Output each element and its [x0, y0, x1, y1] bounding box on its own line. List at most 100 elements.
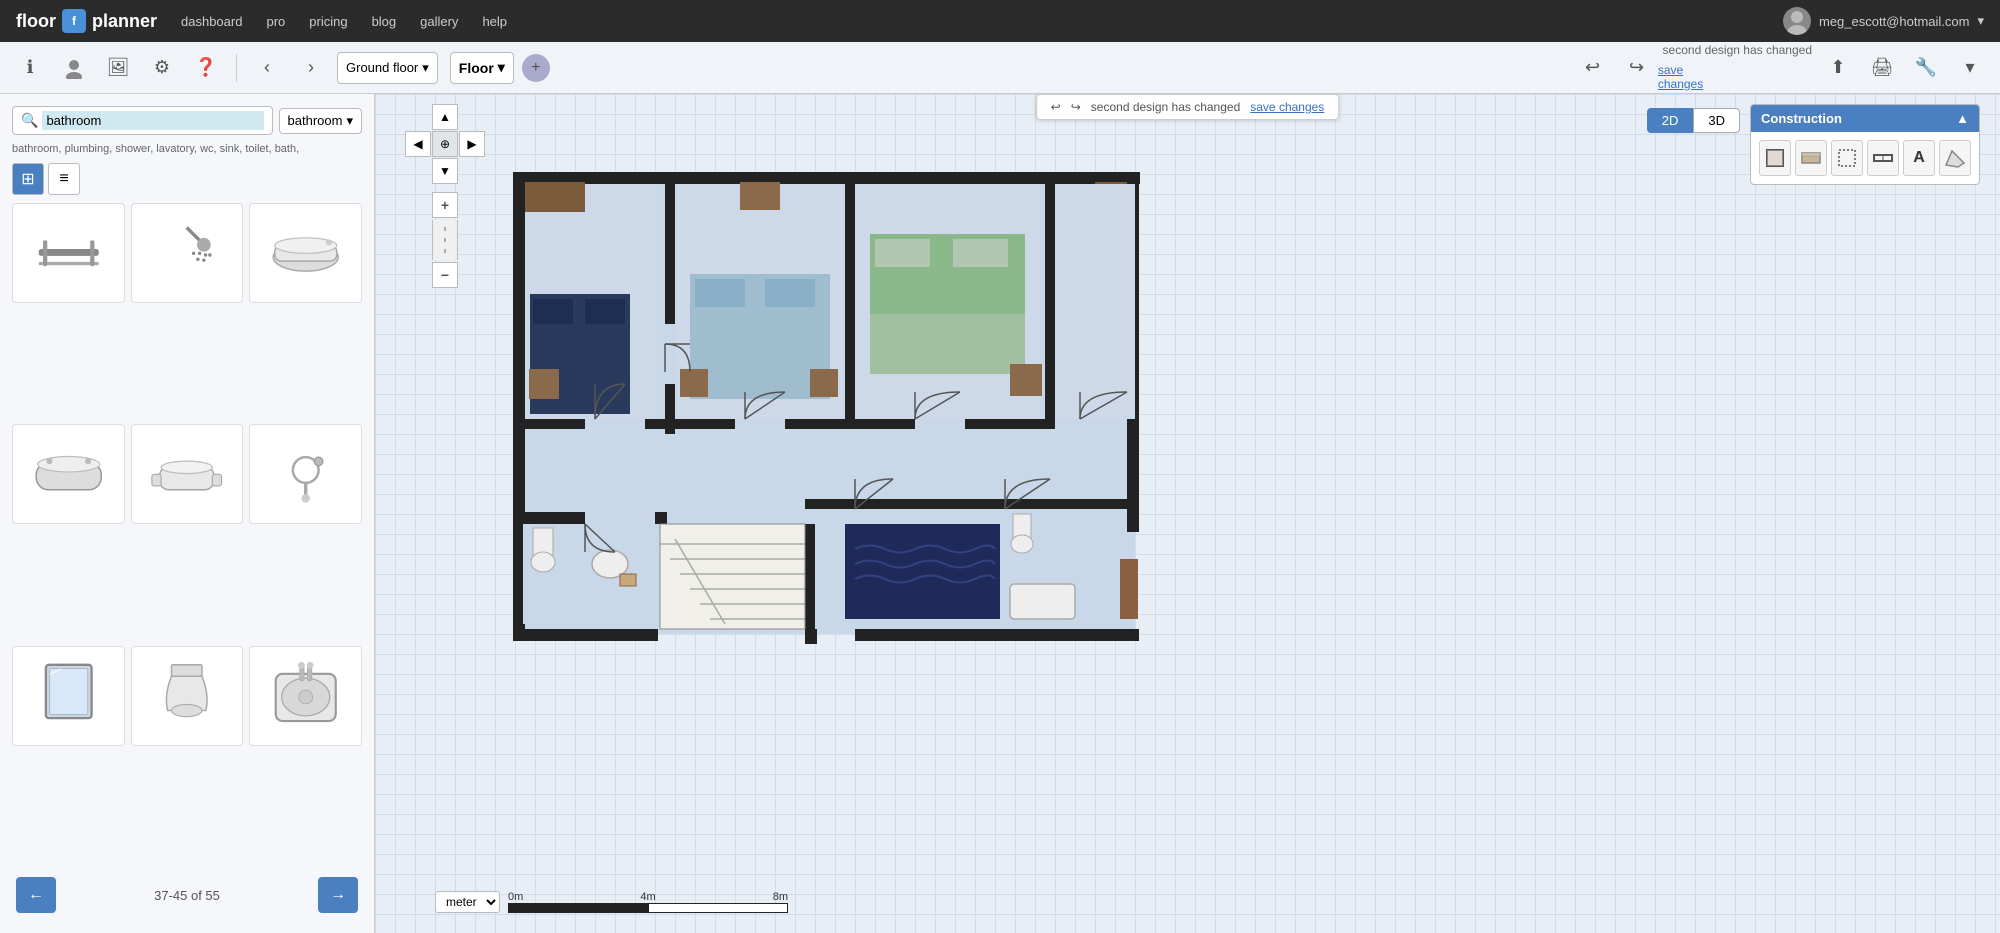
- next-page-button[interactable]: →: [318, 877, 358, 913]
- towel-rail-icon: [30, 219, 107, 288]
- logo-icon: f: [62, 9, 86, 33]
- nav-gallery[interactable]: gallery: [420, 14, 458, 29]
- shower-icon: [148, 219, 225, 288]
- construction-title: Construction: [1761, 111, 1842, 126]
- category-dropdown[interactable]: bathroom ▾: [279, 108, 362, 134]
- nav-help[interactable]: help: [482, 14, 507, 29]
- scale-bar: meter 0m 4m 8m: [435, 891, 788, 913]
- search-input-wrap[interactable]: 🔍: [12, 106, 273, 135]
- bathtub-1-icon: [267, 219, 344, 288]
- nav-left-button[interactable]: ◀: [405, 131, 431, 157]
- floor-label: Ground floor: [346, 60, 418, 75]
- view-mode-buttons: ⊞ ≡: [12, 163, 362, 195]
- erase-tool[interactable]: [1939, 140, 1971, 176]
- item-bathtub-2[interactable]: [12, 424, 125, 524]
- sink-icon: [267, 661, 344, 730]
- wall-tool[interactable]: [1759, 140, 1791, 176]
- user-dropdown-icon: ▾: [1977, 13, 1984, 29]
- category-label: bathroom: [288, 113, 343, 128]
- text-tool[interactable]: A: [1903, 140, 1935, 176]
- item-urinal[interactable]: [131, 646, 244, 746]
- user-email: meg_escott@hotmail.com: [1819, 14, 1969, 29]
- item-grid: [12, 203, 362, 861]
- item-shower-head[interactable]: [131, 203, 244, 303]
- logo-text-floor: floor: [16, 11, 56, 32]
- view-toggle: 2D 3D: [1647, 108, 1740, 133]
- page-info: 37-45 of 55: [154, 888, 220, 903]
- scale-labels: 0m 4m 8m: [508, 891, 788, 903]
- nav-next-button[interactable]: ›: [293, 50, 329, 86]
- search-icon: 🔍: [21, 112, 38, 129]
- more-button[interactable]: ▾: [1952, 50, 1988, 86]
- scale-ruler: [508, 903, 788, 913]
- item-sink[interactable]: [249, 646, 362, 746]
- item-bathtub-3d[interactable]: [131, 424, 244, 524]
- notification-text: second design has changed: [1663, 43, 1812, 57]
- nav-prev-button[interactable]: ‹: [249, 50, 285, 86]
- user-menu[interactable]: meg_escott@hotmail.com ▾: [1783, 7, 1984, 35]
- floor-tool[interactable]: [1795, 140, 1827, 176]
- scale-4m: 4m: [640, 891, 655, 903]
- search-tags: bathroom, plumbing, shower, lavatory, wc…: [12, 143, 362, 155]
- mirror-icon: [30, 661, 107, 730]
- search-area: 🔍 bathroom ▾: [12, 106, 362, 135]
- construction-collapse-icon[interactable]: ▲: [1956, 111, 1969, 126]
- left-panel: 🔍 bathroom ▾ bathroom, plumbing, shower,…: [0, 94, 375, 933]
- floor-plan-svg: [455, 144, 1155, 664]
- item-faucet[interactable]: [249, 424, 362, 524]
- separator-1: [236, 54, 237, 82]
- floor-plan: [455, 144, 1155, 669]
- add-floor-button[interactable]: +: [522, 54, 550, 82]
- unit-dropdown[interactable]: meter: [435, 891, 500, 913]
- nav-blog[interactable]: blog: [372, 14, 397, 29]
- info-button[interactable]: ℹ: [12, 50, 48, 86]
- room-tool[interactable]: [1831, 140, 1863, 176]
- bathtub-3d-icon: [148, 440, 225, 509]
- redo-button[interactable]: ↪: [1619, 50, 1655, 86]
- right-toolbar: ↩ ↪ second design has changed save chang…: [1575, 41, 1988, 95]
- save-link[interactable]: save changes: [1250, 100, 1324, 114]
- view-3d-button[interactable]: 3D: [1693, 108, 1740, 133]
- nav-up-button[interactable]: ▲: [432, 104, 458, 130]
- item-bathtub-1[interactable]: [249, 203, 362, 303]
- scale-0m: 0m: [508, 891, 523, 903]
- urinal-icon: [148, 661, 225, 730]
- nav-pro[interactable]: pro: [266, 14, 285, 29]
- construction-tools: A: [1751, 132, 1979, 184]
- user-button[interactable]: [56, 50, 92, 86]
- share-button[interactable]: ⬆: [1820, 50, 1856, 86]
- floor-type-label: Floor: [459, 60, 494, 76]
- main-layout: 🔍 bathroom ▾ bathroom, plumbing, shower,…: [0, 94, 2000, 933]
- floor-selector[interactable]: Ground floor ▾: [337, 52, 438, 84]
- view-2d-button[interactable]: 2D: [1647, 108, 1694, 133]
- help-button[interactable]: ❓: [188, 50, 224, 86]
- save-changes-link[interactable]: save changes: [1663, 59, 1699, 95]
- prev-page-button[interactable]: ←: [16, 877, 56, 913]
- nav-pricing[interactable]: pricing: [309, 14, 347, 29]
- logo[interactable]: floor f planner: [16, 9, 157, 33]
- avatar: [1783, 7, 1811, 35]
- notification-message: second design has changed: [1091, 100, 1240, 114]
- settings-button[interactable]: ⚙: [144, 50, 180, 86]
- scale-line: 0m 4m 8m: [508, 891, 788, 913]
- nav-dashboard[interactable]: dashboard: [181, 14, 242, 29]
- canvas-area[interactable]: ▲ ◀ ⊕ ▶ ▼ + − ↩ ↪ second design has chan…: [375, 94, 2000, 933]
- undo-icon: ↩: [1051, 100, 1061, 114]
- window-tool[interactable]: [1867, 140, 1899, 176]
- print-button[interactable]: 🖨: [1864, 50, 1900, 86]
- wrench-button[interactable]: 🔧: [1908, 50, 1944, 86]
- faucet-icon: [267, 440, 344, 509]
- construction-panel: Construction ▲: [1750, 104, 1980, 185]
- floor-type-selector[interactable]: Floor ▾: [450, 52, 514, 84]
- pagination: ← 37-45 of 55 →: [12, 869, 362, 921]
- item-towel-rail[interactable]: [12, 203, 125, 303]
- search-input[interactable]: [42, 111, 263, 130]
- undo-button[interactable]: ↩: [1575, 50, 1611, 86]
- item-mirror[interactable]: [12, 646, 125, 746]
- floor-dropdown-icon: ▾: [422, 60, 429, 76]
- redo-icon: ↪: [1071, 100, 1081, 114]
- list-view-button[interactable]: ≡: [48, 163, 80, 195]
- grid-view-button[interactable]: ⊞: [12, 163, 44, 195]
- logo-text-planner: planner: [92, 11, 157, 32]
- photo-button[interactable]: 🖼: [100, 50, 136, 86]
